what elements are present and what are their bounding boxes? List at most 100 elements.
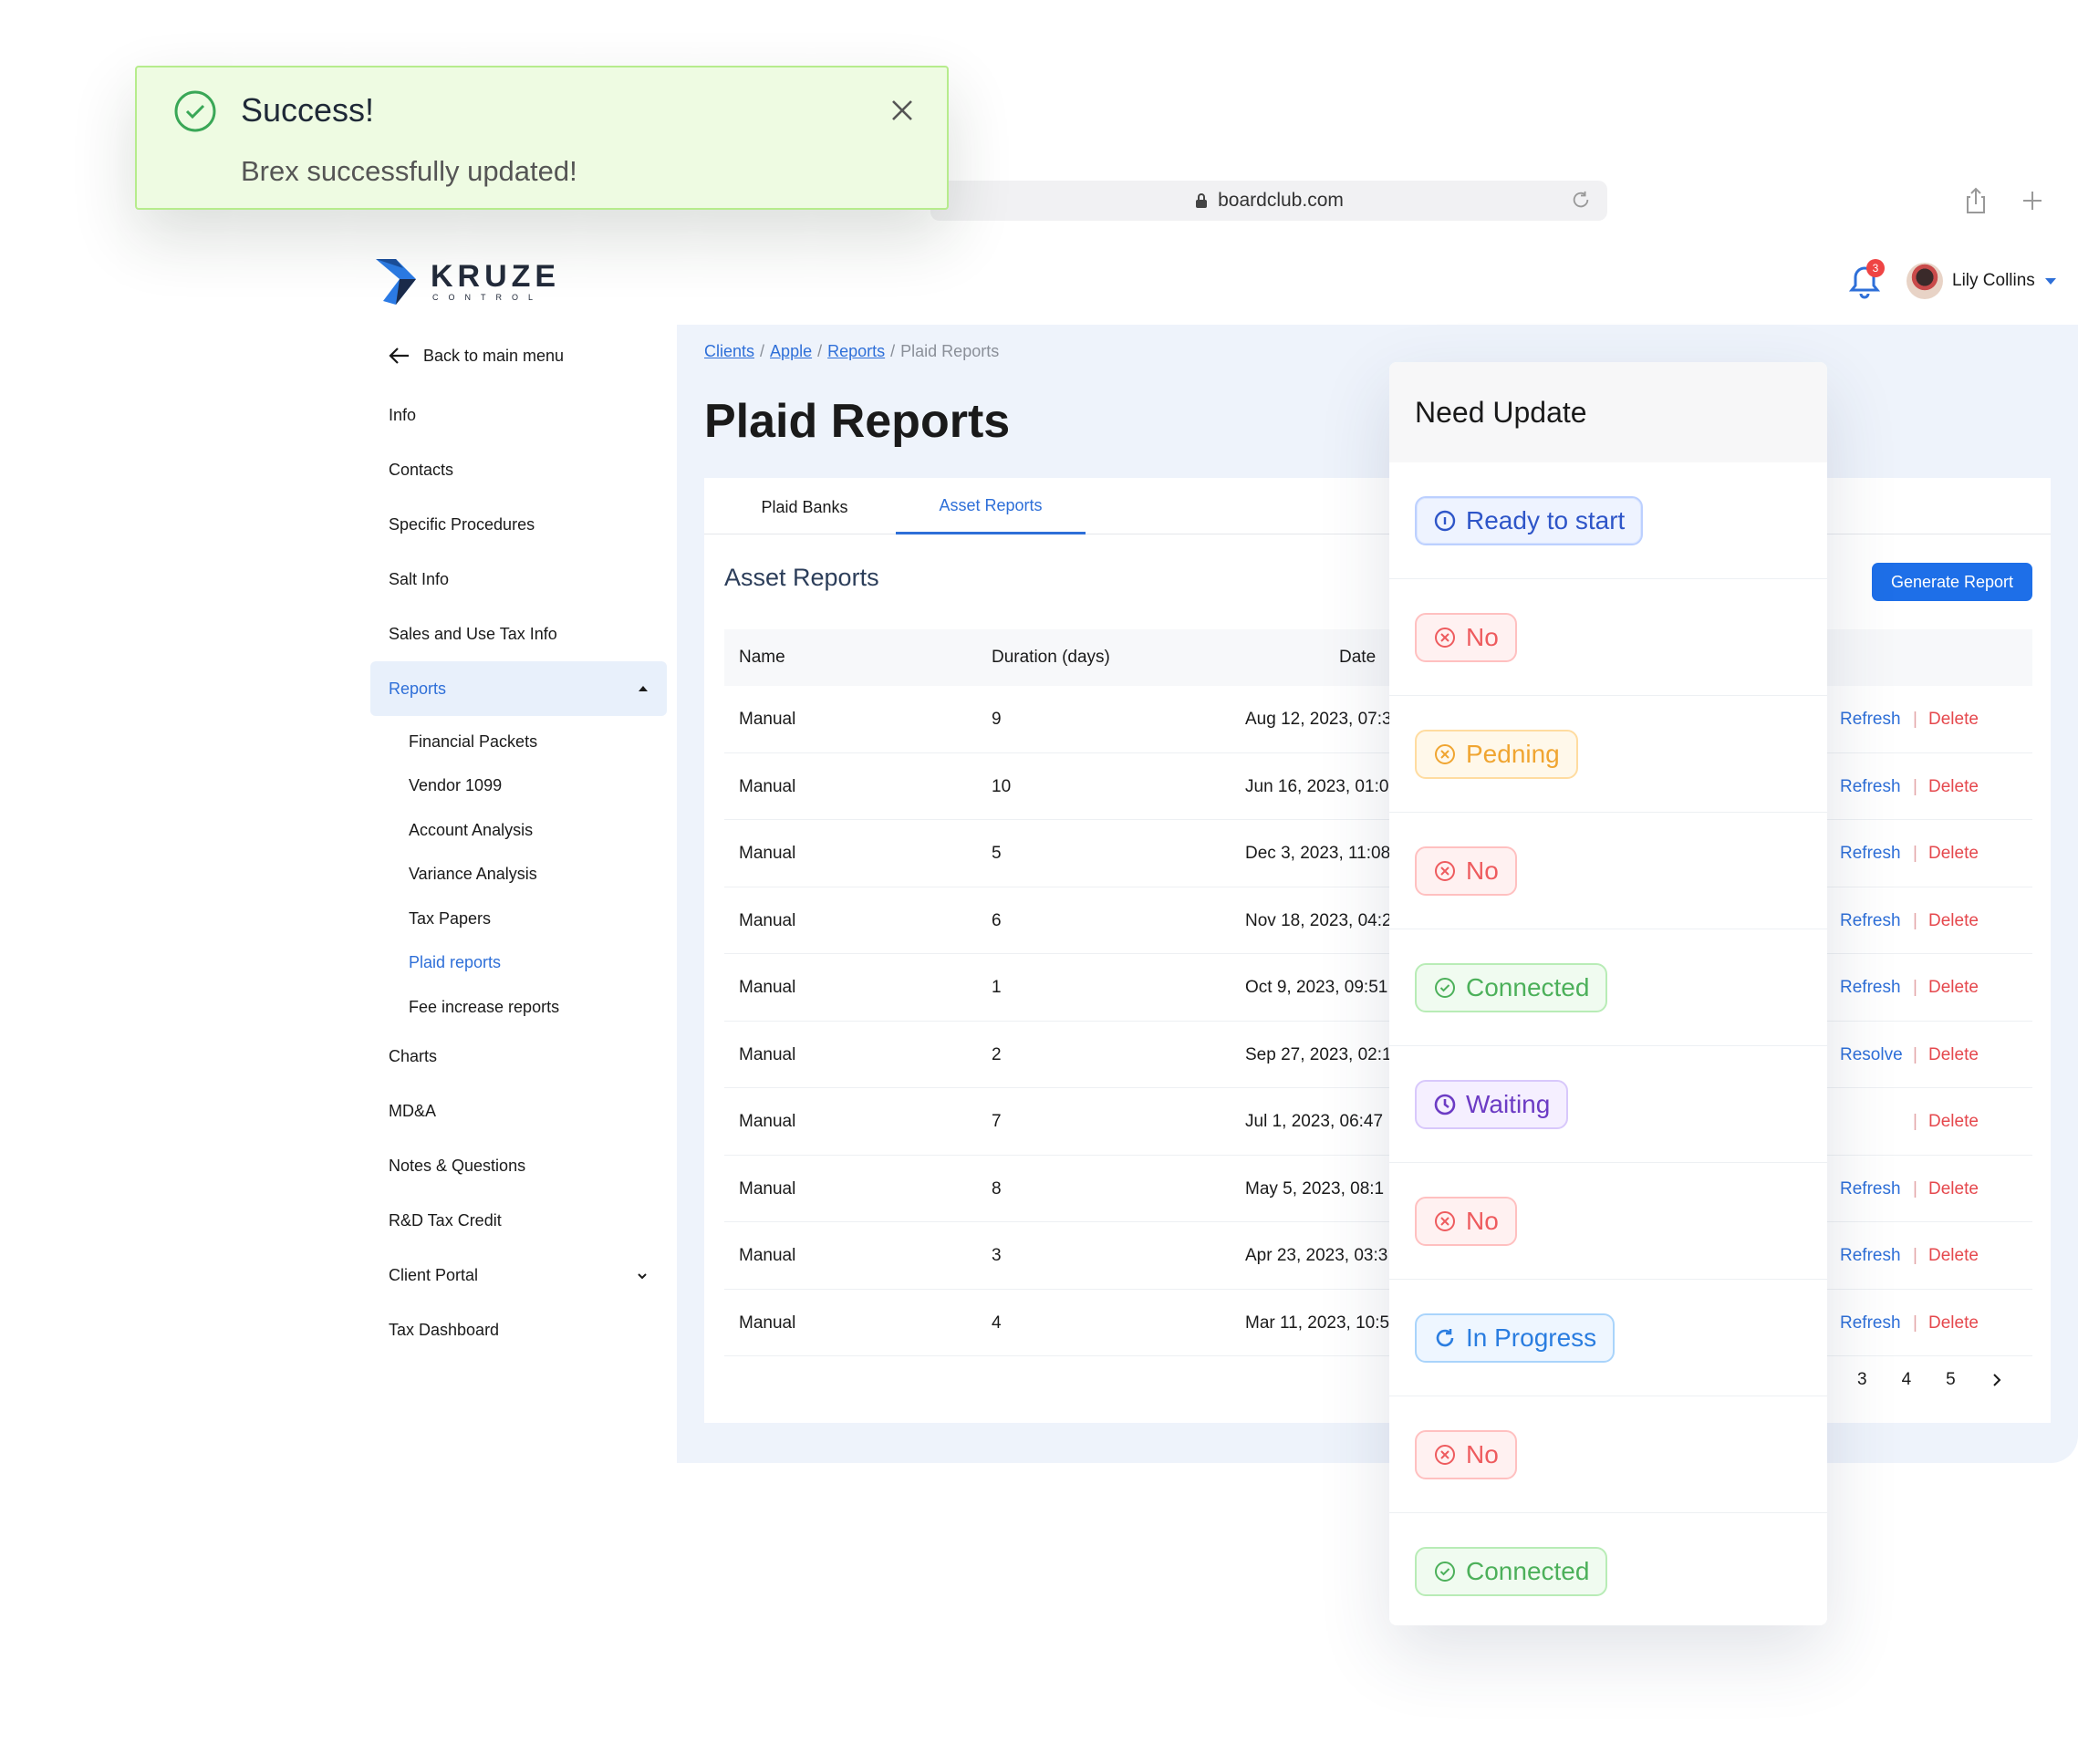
brand-logo[interactable]: KRUZE CONTROL	[376, 255, 560, 305]
address-bar[interactable]: boardclub.com	[930, 181, 1607, 221]
refresh-link[interactable]: Refresh	[1840, 1179, 1901, 1199]
sidebar-item-mda[interactable]: MD&A	[370, 1084, 667, 1139]
delete-link[interactable]: Delete	[1928, 911, 1979, 931]
status-row: Waiting	[1389, 1046, 1827, 1163]
cell-name: Manual	[739, 1112, 796, 1131]
back-to-main-menu[interactable]: Back to main menu	[370, 328, 667, 383]
lock-icon	[1196, 193, 1208, 208]
avatar	[1907, 263, 1943, 299]
refresh-link[interactable]: Refresh	[1840, 1246, 1901, 1266]
delete-link[interactable]: Delete	[1928, 1313, 1979, 1333]
cell-date: Oct 9, 2023, 09:51	[1245, 978, 1388, 997]
cell-date: Sep 27, 2023, 02:1	[1245, 1044, 1392, 1064]
status-badge[interactable]: In Progress	[1415, 1313, 1616, 1363]
page-3[interactable]: 3	[1857, 1370, 1867, 1390]
chevron-right-icon[interactable]	[1990, 1372, 2003, 1388]
status-badge[interactable]: No	[1415, 1196, 1517, 1246]
status-row: Pedning	[1389, 696, 1827, 813]
delete-link[interactable]: Delete	[1928, 1246, 1979, 1266]
delete-link[interactable]: Delete	[1928, 978, 1979, 998]
status-badge[interactable]: No	[1415, 846, 1517, 896]
resolve-link[interactable]: Resolve	[1840, 1045, 1903, 1065]
sidebar-item-reports[interactable]: Reports	[370, 661, 667, 716]
sidebar-subitem-variance-analysis[interactable]: Variance Analysis	[370, 853, 667, 898]
cell-duration: 3	[992, 1246, 1002, 1265]
status-row: Connected	[1389, 929, 1827, 1046]
status-badge[interactable]: Connected	[1415, 1547, 1608, 1596]
status-badge[interactable]: No	[1415, 1429, 1517, 1479]
sidebar-subitem-plaid-reports[interactable]: Plaid reports	[370, 941, 667, 986]
delete-link[interactable]: Delete	[1928, 1112, 1979, 1132]
action-separator: |	[1913, 776, 1917, 796]
sidebar-subitem-account-analysis[interactable]: Account Analysis	[370, 808, 667, 853]
status-badge[interactable]: Ready to start	[1415, 495, 1644, 545]
status-badge[interactable]: Waiting	[1415, 1079, 1569, 1129]
sidebar-item-info[interactable]: Info	[370, 388, 667, 442]
breadcrumb-reports[interactable]: Reports	[827, 342, 885, 361]
refresh-link[interactable]: Refresh	[1840, 1313, 1901, 1333]
user-menu[interactable]: Lily Collins	[1907, 263, 2057, 299]
sidebar-item-notes-questions[interactable]: Notes & Questions	[370, 1139, 667, 1194]
status-badge[interactable]: Connected	[1415, 962, 1608, 1012]
sidebar-item-charts[interactable]: Charts	[370, 1030, 667, 1084]
sidebar-item-rd-tax-credit[interactable]: R&D Tax Credit	[370, 1194, 667, 1249]
cell-name: Manual	[739, 1246, 796, 1265]
breadcrumb-apple[interactable]: Apple	[770, 342, 812, 361]
client-portal-label: Client Portal	[389, 1266, 479, 1284]
action-separator: |	[1913, 978, 1917, 997]
section-title: Asset Reports	[724, 564, 879, 591]
breadcrumb: Clients / Apple / Reports / Plaid Report…	[704, 342, 999, 361]
refresh-icon	[1436, 1328, 1454, 1346]
reload-icon[interactable]	[1571, 190, 1591, 210]
sidebar-item-tax-dashboard[interactable]: Tax Dashboard	[370, 1303, 667, 1358]
sidebar-item-sales-use-tax[interactable]: Sales and Use Tax Info	[370, 607, 667, 661]
status-label: No	[1466, 856, 1499, 885]
refresh-link[interactable]: Refresh	[1840, 777, 1901, 797]
delete-link[interactable]: Delete	[1928, 1045, 1979, 1065]
close-icon[interactable]	[888, 97, 916, 124]
brand-tagline: CONTROL	[432, 292, 544, 302]
sidebar-subitem-tax-papers[interactable]: Tax Papers	[370, 897, 667, 941]
tab-asset-reports[interactable]: Asset Reports	[896, 480, 1086, 534]
status-row: In Progress	[1389, 1280, 1827, 1396]
sidebar-subitem-vendor-1099[interactable]: Vendor 1099	[370, 764, 667, 809]
cell-duration: 1	[992, 978, 1002, 997]
sidebar-subitem-financial-packets[interactable]: Financial Packets	[370, 720, 667, 764]
new-tab-icon[interactable]	[2018, 186, 2047, 215]
refresh-link[interactable]: Refresh	[1840, 844, 1901, 864]
sidebar-item-salt-info[interactable]: Salt Info	[370, 552, 667, 607]
tab-plaid-banks[interactable]: Plaid Banks	[732, 480, 878, 534]
breadcrumb-clients[interactable]: Clients	[704, 342, 754, 361]
page-4[interactable]: 4	[1902, 1370, 1912, 1390]
delete-link[interactable]: Delete	[1928, 844, 1979, 864]
refresh-link[interactable]: Refresh	[1840, 978, 1901, 998]
panel-title: Need Update	[1389, 362, 1827, 462]
cell-name: Manual	[739, 1313, 796, 1333]
check-circle-icon	[1435, 977, 1455, 998]
brand-name: KRUZE	[431, 258, 561, 294]
sidebar-item-contacts[interactable]: Contacts	[370, 442, 667, 497]
status-badge[interactable]: Pedning	[1415, 729, 1578, 779]
sidebar-subitem-fee-increase-reports[interactable]: Fee increase reports	[370, 985, 667, 1030]
x-circle-icon	[1435, 1444, 1455, 1465]
generate-report-button[interactable]: Generate Report	[1872, 563, 2032, 601]
table-row: Manual 9 Aug 12, 2023, 07:3 Refresh | Delete	[724, 686, 2032, 753]
breadcrumb-current: Plaid Reports	[900, 342, 1000, 360]
notifications-button[interactable]: 3	[1848, 259, 1885, 299]
sidebar: Back to main menu Info Contacts Specific…	[370, 328, 667, 1358]
delete-link[interactable]: Delete	[1928, 777, 1979, 797]
action-separator: |	[1913, 1044, 1917, 1064]
sidebar-item-specific-procedures[interactable]: Specific Procedures	[370, 497, 667, 552]
share-icon[interactable]	[1961, 186, 1990, 215]
page-5[interactable]: 5	[1946, 1370, 1956, 1390]
cell-name: Manual	[739, 978, 796, 997]
tab-bar: Plaid Banks Asset Reports	[704, 480, 2051, 534]
delete-link[interactable]: Delete	[1928, 1179, 1979, 1199]
refresh-link[interactable]: Refresh	[1840, 710, 1901, 730]
status-label: No	[1466, 1439, 1499, 1468]
cell-duration: 6	[992, 910, 1002, 930]
delete-link[interactable]: Delete	[1928, 710, 1979, 730]
status-badge[interactable]: No	[1415, 612, 1517, 662]
refresh-link[interactable]: Refresh	[1840, 911, 1901, 931]
sidebar-item-client-portal[interactable]: Client Portal	[370, 1249, 667, 1303]
